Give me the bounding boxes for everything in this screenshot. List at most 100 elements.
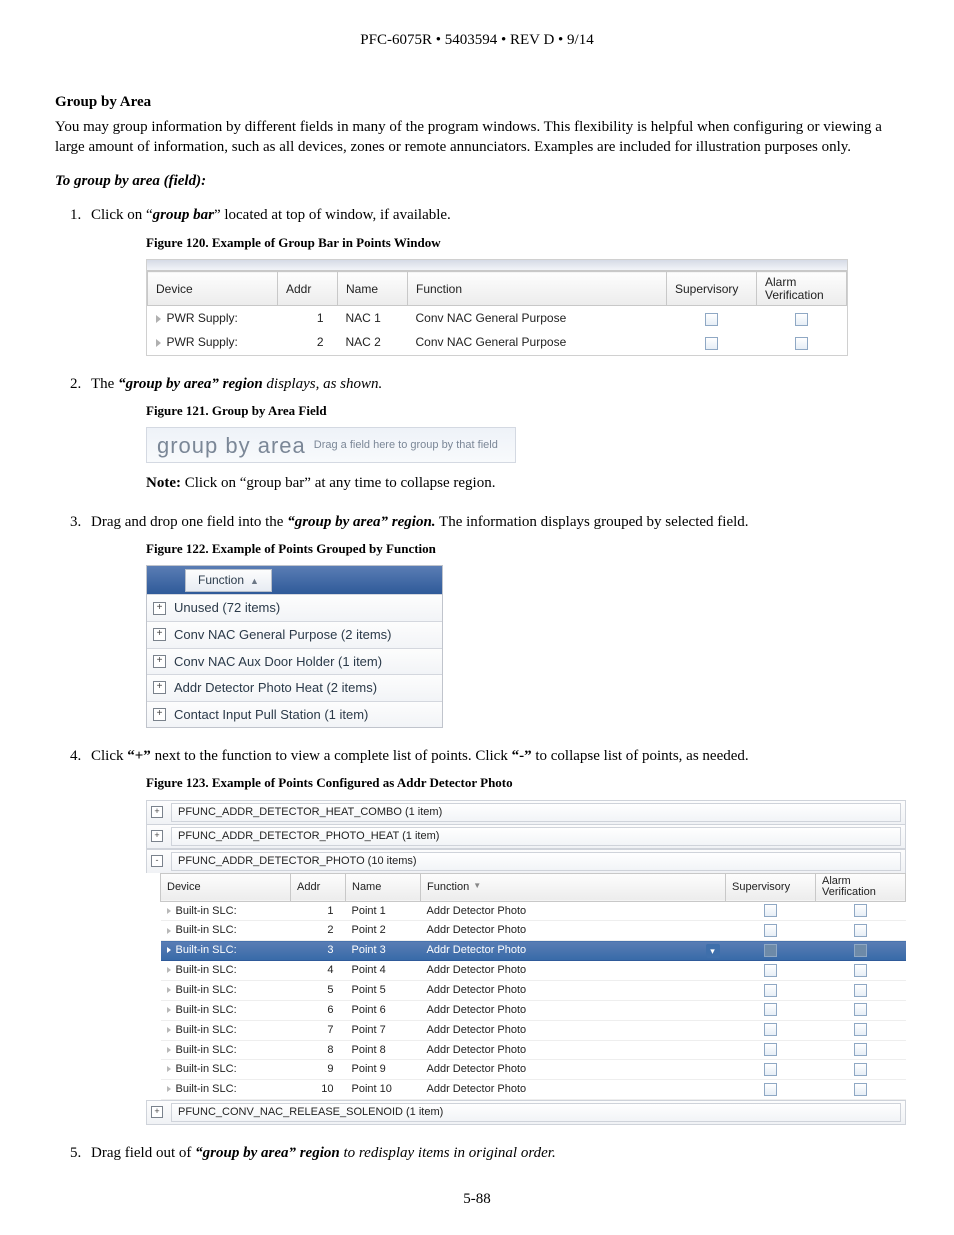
group-label: Contact Input Pull Station (1 item) xyxy=(174,706,368,724)
page-number: 5-88 xyxy=(0,1189,954,1209)
sort-asc-icon: ▲ xyxy=(250,576,259,586)
column-header[interactable]: AlarmVerification xyxy=(816,873,906,901)
column-header[interactable]: Addr xyxy=(278,272,338,306)
checkbox[interactable] xyxy=(854,1023,867,1036)
grouped-header[interactable]: Function▲ xyxy=(147,566,442,594)
expand-icon[interactable]: + xyxy=(153,655,166,668)
column-header[interactable]: Name xyxy=(346,873,421,901)
checkbox[interactable] xyxy=(854,984,867,997)
figure-123: +PFUNC_ADDR_DETECTOR_HEAT_COMBO (1 item)… xyxy=(146,800,906,1125)
figure-122-title: Figure 122. Example of Points Grouped by… xyxy=(146,540,899,558)
figure-120-title: Figure 120. Example of Group Bar in Poin… xyxy=(146,234,899,252)
expand-icon[interactable]: + xyxy=(153,628,166,641)
figure-123-title: Figure 123. Example of Points Configured… xyxy=(146,774,899,792)
column-header[interactable]: Function▼ xyxy=(421,873,726,901)
column-header[interactable]: Device xyxy=(161,873,291,901)
group-row[interactable]: + PFUNC_CONV_NAC_RELEASE_SOLENOID (1 ite… xyxy=(146,1100,906,1125)
checkbox[interactable] xyxy=(764,964,777,977)
group-label: Conv NAC General Purpose (2 items) xyxy=(174,626,391,644)
checkbox[interactable] xyxy=(764,1063,777,1076)
expanded-points-table: DeviceAddrNameFunction▼SupervisoryAlarmV… xyxy=(160,873,906,1101)
checkbox[interactable] xyxy=(854,904,867,917)
checkbox[interactable] xyxy=(764,904,777,917)
checkbox[interactable] xyxy=(705,313,718,326)
table-row[interactable]: Built-in SLC:7Point 7Addr Detector Photo xyxy=(161,1020,906,1040)
column-header[interactable]: Device xyxy=(148,272,278,306)
table-row[interactable]: Built-in SLC:8Point 8Addr Detector Photo xyxy=(161,1040,906,1060)
expand-icon[interactable]: + xyxy=(151,1106,163,1118)
group-row[interactable]: + Unused (72 items) xyxy=(147,594,442,621)
step-2: The “group by area” region displays, as … xyxy=(85,374,899,494)
group-label: Unused (72 items) xyxy=(174,599,280,617)
checkbox[interactable] xyxy=(854,924,867,937)
column-header[interactable]: Name xyxy=(338,272,408,306)
checkbox[interactable] xyxy=(854,1043,867,1056)
page-header: PFC-6075R • 5403594 • REV D • 9/14 xyxy=(55,30,899,50)
figure-122: Function▲ + Unused (72 items) + Conv NAC Ge… xyxy=(146,565,443,728)
expand-icon[interactable]: + xyxy=(151,830,163,842)
table-row[interactable]: Built-in SLC:10Point 10Addr Detector Pho… xyxy=(161,1080,906,1100)
group-row[interactable]: + Contact Input Pull Station (1 item) xyxy=(147,701,442,728)
checkbox[interactable] xyxy=(795,313,808,326)
checkbox[interactable] xyxy=(764,1023,777,1036)
table-row[interactable]: Built-in SLC:2Point 2Addr Detector Photo xyxy=(161,921,906,941)
checkbox[interactable] xyxy=(854,964,867,977)
group-label: Conv NAC Aux Door Holder (1 item) xyxy=(174,653,382,671)
expand-icon[interactable]: + xyxy=(151,806,163,818)
checkbox[interactable] xyxy=(854,944,867,957)
group-row[interactable]: + Conv NAC General Purpose (2 items) xyxy=(147,621,442,648)
checkbox[interactable] xyxy=(764,924,777,937)
column-header[interactable]: Function xyxy=(408,272,667,306)
checkbox[interactable] xyxy=(764,1043,777,1056)
table-row[interactable]: PWR Supply:1NAC 1Conv NAC General Purpos… xyxy=(148,306,847,331)
points-table: DeviceAddrNameFunctionSupervisoryAlarmVe… xyxy=(147,271,847,355)
table-row[interactable]: Built-in SLC:9Point 9Addr Detector Photo xyxy=(161,1060,906,1080)
checkbox[interactable] xyxy=(764,1083,777,1096)
expand-icon[interactable]: + xyxy=(153,681,166,694)
collapse-icon[interactable]: - xyxy=(151,855,163,867)
group-label: Addr Detector Photo Heat (2 items) xyxy=(174,679,377,697)
figure-121-title: Figure 121. Group by Area Field xyxy=(146,402,899,420)
function-chip[interactable]: Function▲ xyxy=(185,569,272,591)
sort-desc-icon: ▼ xyxy=(473,881,481,890)
table-row[interactable]: PWR Supply:2NAC 2Conv NAC General Purpos… xyxy=(148,330,847,354)
table-row[interactable]: Built-in SLC:5Point 5Addr Detector Photo xyxy=(161,980,906,1000)
group-row[interactable]: +PFUNC_ADDR_DETECTOR_PHOTO_HEAT (1 item) xyxy=(146,824,906,849)
checkbox[interactable] xyxy=(795,337,808,350)
figure-120: DeviceAddrNameFunctionSupervisoryAlarmVe… xyxy=(146,259,848,356)
section-title: Group by Area xyxy=(55,92,899,112)
checkbox[interactable] xyxy=(764,984,777,997)
table-row[interactable]: Built-in SLC:1Point 1Addr Detector Photo xyxy=(161,901,906,921)
group-by-area-label: group by area xyxy=(157,431,306,461)
checkbox[interactable] xyxy=(854,1003,867,1016)
table-row[interactable]: Built-in SLC:4Point 4Addr Detector Photo xyxy=(161,961,906,981)
intro-paragraph: You may group information by different f… xyxy=(55,117,899,158)
checkbox[interactable] xyxy=(854,1083,867,1096)
note: Note: Click on “group bar” at any time t… xyxy=(146,473,899,493)
column-header[interactable]: AlarmVerification xyxy=(757,272,847,306)
step-1: Click on “group bar” located at top of w… xyxy=(85,205,899,355)
checkbox[interactable] xyxy=(854,1063,867,1076)
checkbox[interactable] xyxy=(764,1003,777,1016)
group-row[interactable]: +PFUNC_ADDR_DETECTOR_HEAT_COMBO (1 item) xyxy=(146,800,906,824)
dropdown-icon[interactable]: ▾ xyxy=(706,944,720,958)
figure-121-group-by-area-bar[interactable]: group by area Drag a field here to group… xyxy=(146,427,516,463)
step-3: Drag and drop one field into the “group … xyxy=(85,512,899,729)
table-row[interactable]: Built-in SLC:6Point 6Addr Detector Photo xyxy=(161,1000,906,1020)
subheading: To group by area (field): xyxy=(55,171,899,191)
column-header[interactable]: Supervisory xyxy=(726,873,816,901)
checkbox[interactable] xyxy=(705,337,718,350)
group-bar[interactable] xyxy=(147,260,847,271)
expand-icon[interactable]: + xyxy=(153,708,166,721)
column-header[interactable]: Addr xyxy=(291,873,346,901)
column-header[interactable]: Supervisory xyxy=(667,272,757,306)
group-row-open[interactable]: - PFUNC_ADDR_DETECTOR_PHOTO (10 items) xyxy=(146,849,906,873)
checkbox[interactable] xyxy=(764,944,777,957)
step-5: Drag field out of “group by area” region… xyxy=(85,1143,899,1163)
expand-icon[interactable]: + xyxy=(153,602,166,615)
table-row[interactable]: Built-in SLC:3Point 3Addr Detector Photo… xyxy=(161,941,906,961)
group-row[interactable]: + Conv NAC Aux Door Holder (1 item) xyxy=(147,648,442,675)
group-row[interactable]: + Addr Detector Photo Heat (2 items) xyxy=(147,674,442,701)
group-by-area-hint: Drag a field here to group by that field xyxy=(314,438,498,453)
step-4: Click “+” next to the function to view a… xyxy=(85,746,899,1125)
